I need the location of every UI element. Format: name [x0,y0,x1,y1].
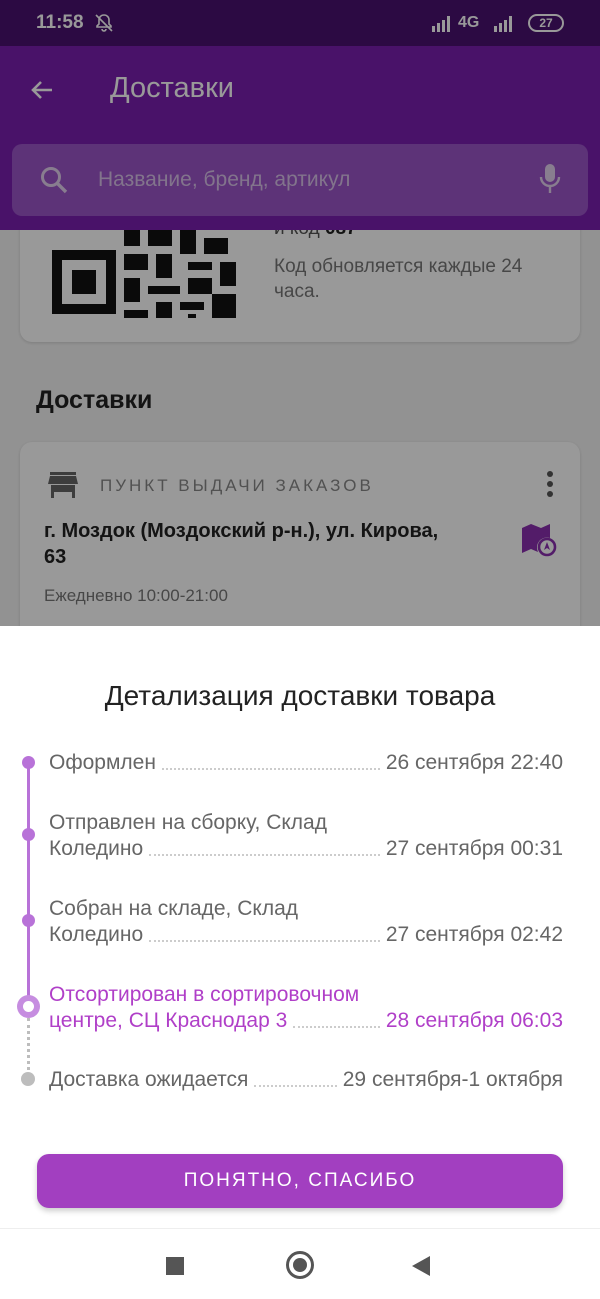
dotted-leader [254,1085,337,1087]
step-status-line1: Собран на складе, Склад [49,897,299,920]
timeline-dot [22,756,35,769]
timeline-connector [27,763,30,1006]
timeline-step-current: Отсортирован в сортировочном центре, СЦ … [49,982,563,1034]
step-status: Доставка ожидается [49,1068,249,1091]
step-date: 27 сентября 02:42 [385,923,563,946]
step-status: Коледино [49,837,144,860]
step-date: 26 сентября 22:40 [385,751,563,774]
timeline-connector-pending [27,1018,30,1076]
timeline-dot [22,828,35,841]
system-nav-bar [0,1228,600,1299]
dotted-leader [161,768,380,770]
delivery-details-sheet: Детализация доставки товара Оформлен 26 … [0,626,600,1228]
timeline-step: Оформлен 26 сентября 22:40 [49,750,563,776]
step-status: Оформлен [49,751,156,774]
sheet-title: Детализация доставки товара [104,680,496,711]
step-date: 27 сентября 00:31 [385,837,563,860]
timeline-step-pending: Доставка ожидается 29 сентября-1 октября [49,1067,563,1093]
dotted-leader [293,1026,380,1028]
timeline-dot-current [17,995,40,1018]
recent-apps-button[interactable] [166,1257,184,1275]
step-date: 28 сентября 06:03 [385,1009,563,1032]
timeline-dot [22,914,35,927]
step-status-line1: Отсортирован в сортировочном [49,983,360,1006]
modal-scrim[interactable] [0,0,600,626]
step-status: центре, СЦ Краснодар 3 [49,1009,288,1032]
timeline-step: Собран на складе, Склад Коледино 27 сент… [49,896,563,948]
timeline-dot-pending [21,1072,35,1086]
step-date: 29 сентября-1 октября [342,1068,563,1091]
step-status-line1: Отправлен на сборку, Склад [49,811,327,834]
home-button[interactable] [286,1251,314,1279]
system-back-button[interactable] [412,1256,430,1276]
ok-thanks-button[interactable]: ПОНЯТНО, СПАСИБО [37,1154,563,1208]
dotted-leader [149,854,380,856]
timeline-step: Отправлен на сборку, Склад Коледино 27 с… [49,810,563,862]
step-status: Коледино [49,923,144,946]
dotted-leader [149,940,380,942]
